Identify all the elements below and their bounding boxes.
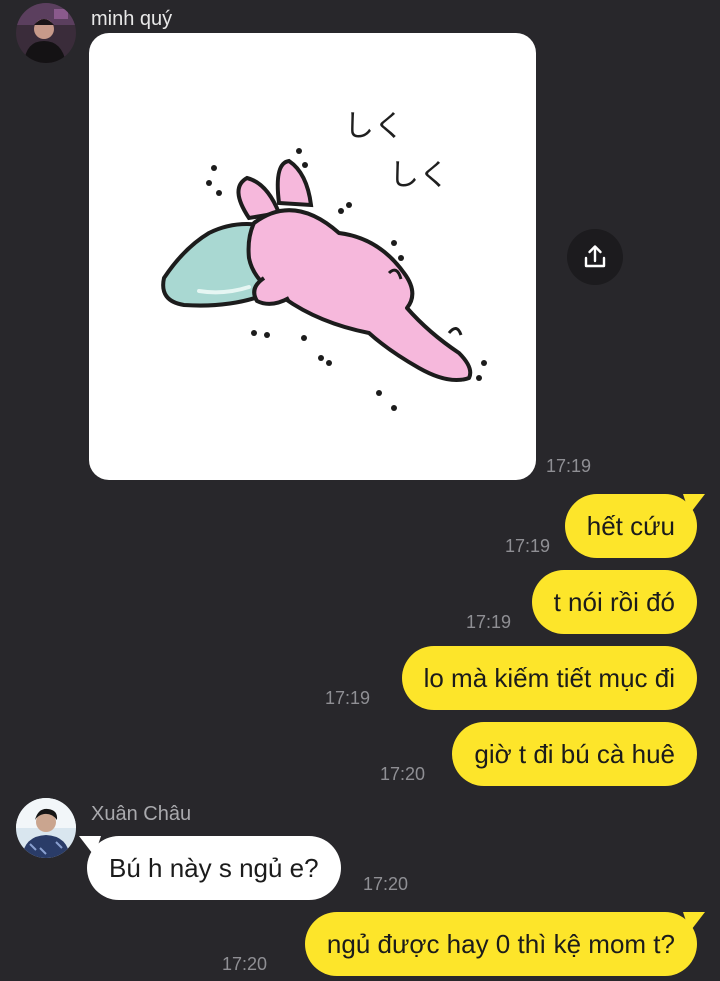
message-text: Bú h này s ngủ e? <box>109 853 319 883</box>
bubble-tail <box>79 836 101 856</box>
bubble-tail <box>683 912 705 932</box>
message-bubble-outgoing[interactable]: hết cứu <box>564 494 705 558</box>
sticker-text: しく <box>389 158 449 193</box>
message-time: 17:20 <box>363 874 409 894</box>
message-text: giờ t đi bú cà huê <box>474 739 675 769</box>
message-time: 17:19 <box>505 536 551 556</box>
avatar-xuan-chau[interactable] <box>16 798 76 858</box>
avatar-minh-quy[interactable] <box>16 3 76 63</box>
message-time: 17:19 <box>466 612 512 632</box>
message-text: hết cứu <box>586 511 675 541</box>
sender-name: minh quý <box>91 8 173 30</box>
message-text: lo mà kiếm tiết mục đi <box>423 663 675 693</box>
message-time: 17:20 <box>222 954 268 974</box>
message-text: t nói rồi đó <box>553 587 675 617</box>
sticker-image[interactable]: しく しく <box>89 33 536 480</box>
message-bubble-outgoing[interactable]: giờ t đi bú cà huê <box>452 722 697 786</box>
message-bubble-outgoing[interactable]: t nói rồi đó <box>531 570 697 634</box>
message-bubble-incoming[interactable]: Bú h này s ngủ e? <box>79 836 341 900</box>
sticker-text: しく <box>344 109 404 144</box>
message-bubble-outgoing[interactable]: ngủ được hay 0 thì kệ mom t? <box>304 912 705 976</box>
message-text: ngủ được hay 0 thì kệ mom t? <box>326 929 675 959</box>
message-time: 17:20 <box>380 764 426 784</box>
sender-name: Xuân Châu <box>91 803 192 825</box>
message-time: 17:19 <box>325 688 371 708</box>
bubble-tail <box>683 494 705 514</box>
share-button[interactable] <box>567 229 623 285</box>
share-icon <box>581 243 609 271</box>
message-time: 17:19 <box>546 456 592 476</box>
message-bubble-outgoing[interactable]: lo mà kiếm tiết mục đi <box>401 646 697 710</box>
